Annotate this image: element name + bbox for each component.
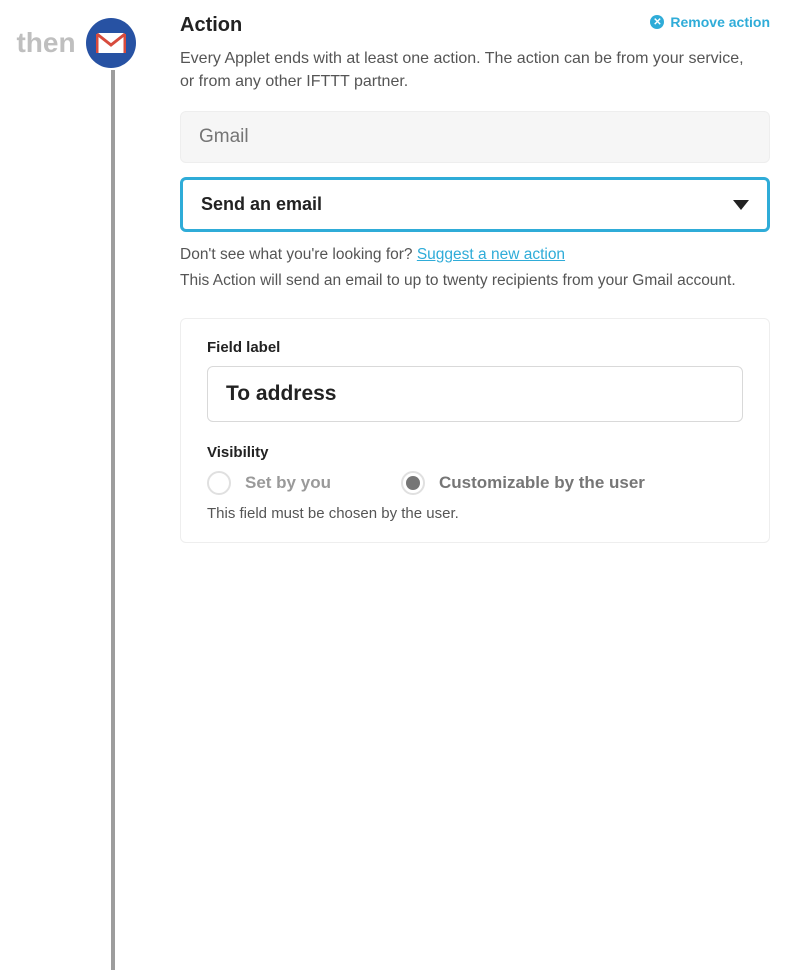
- field-card: Field label Visibility Set by you Custom…: [180, 318, 770, 543]
- remove-icon: ✕: [650, 15, 664, 29]
- field-label-input[interactable]: [207, 366, 743, 422]
- radio-label: Customizable by the user: [439, 473, 645, 493]
- field-label-title: Field label: [207, 339, 743, 356]
- connector-line: [111, 70, 115, 970]
- action-select-value: Send an email: [201, 194, 322, 215]
- remove-action-label: Remove action: [670, 14, 770, 30]
- section-description: Every Applet ends with at least one acti…: [180, 47, 760, 93]
- radio-label: Set by you: [245, 473, 331, 493]
- left-rail: then: [16, 8, 136, 543]
- service-input[interactable]: [180, 111, 770, 163]
- section-title: Action: [180, 14, 242, 37]
- visibility-title: Visibility: [207, 444, 743, 461]
- gmail-icon: [96, 32, 126, 54]
- suggest-line: Don't see what you're looking for? Sugge…: [180, 246, 770, 264]
- visibility-option-customizable[interactable]: Customizable by the user: [401, 471, 645, 495]
- suggest-prefix: Don't see what you're looking for?: [180, 246, 417, 263]
- field-note: This field must be chosen by the user.: [207, 505, 743, 522]
- then-label: then: [16, 27, 75, 59]
- visibility-option-set-by-you[interactable]: Set by you: [207, 471, 331, 495]
- chevron-down-icon: [733, 200, 749, 210]
- radio-icon: [401, 471, 425, 495]
- suggest-action-link[interactable]: Suggest a new action: [417, 246, 565, 263]
- main-content: Action ✕ Remove action Every Applet ends…: [136, 8, 792, 543]
- action-select[interactable]: Send an email: [180, 177, 770, 232]
- remove-action-button[interactable]: ✕ Remove action: [650, 14, 770, 30]
- radio-icon: [207, 471, 231, 495]
- action-description: This Action will send an email to up to …: [180, 272, 770, 290]
- gmail-service-badge[interactable]: [86, 18, 136, 68]
